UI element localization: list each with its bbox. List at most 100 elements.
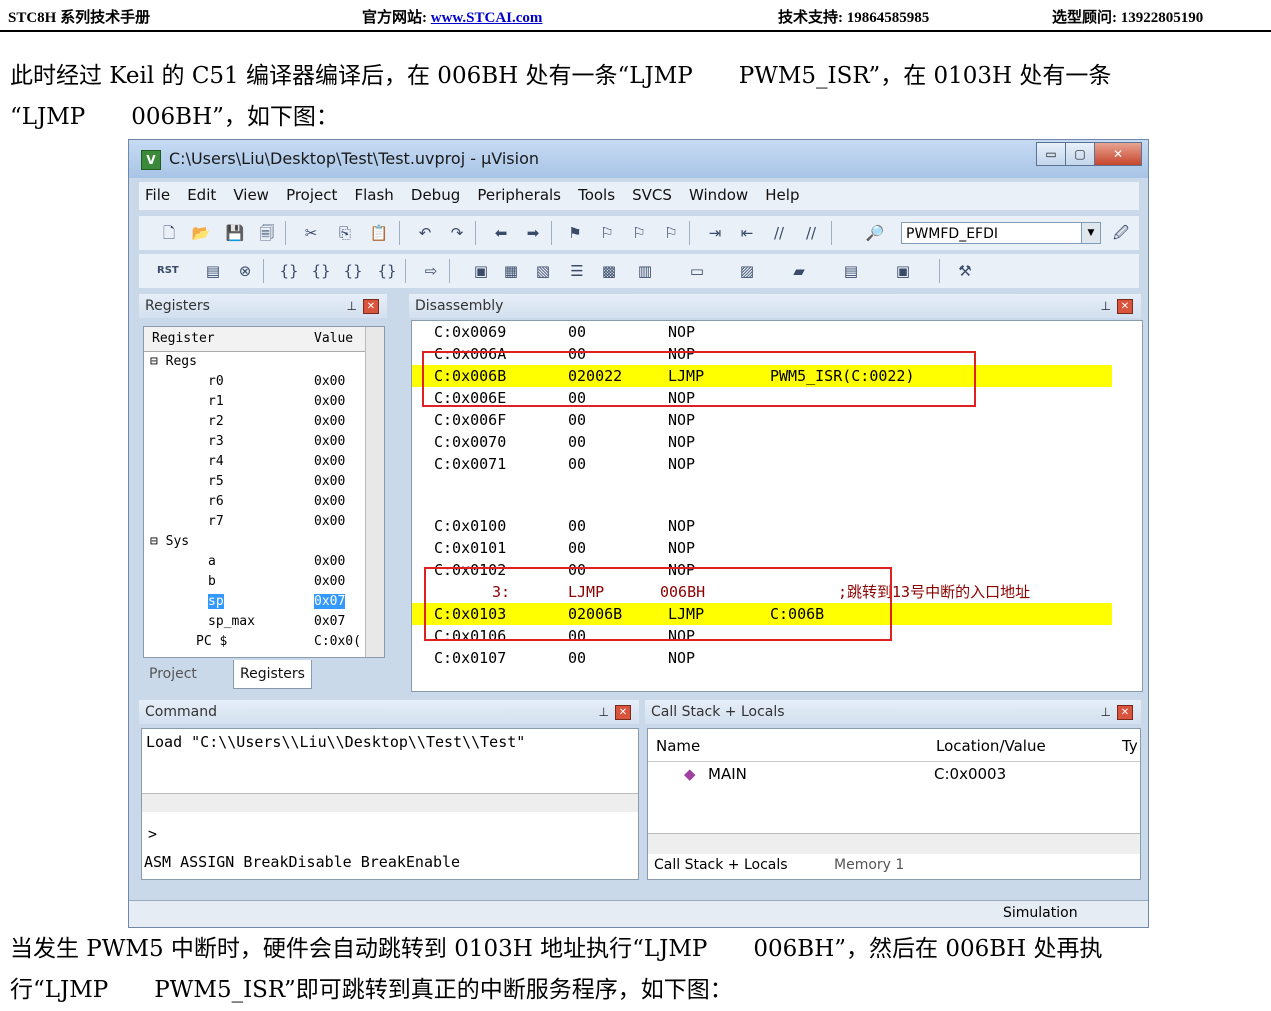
close-icon[interactable]: ✕ <box>1117 705 1133 720</box>
register-column-header[interactable]: Register <box>152 331 215 346</box>
save-all-icon[interactable]: 🗐 <box>257 223 277 243</box>
unindent-icon[interactable]: ⇤ <box>737 223 757 243</box>
maximize-button[interactable]: ▢ <box>1065 142 1095 166</box>
show-next-statement-icon[interactable]: ⇨ <box>421 261 441 281</box>
undo-icon[interactable]: ↶ <box>415 223 435 243</box>
navigate-back-icon[interactable]: ⬅ <box>491 223 511 243</box>
menu-project[interactable]: Project <box>280 182 343 204</box>
serial-window-icon[interactable]: ▨ <box>737 261 757 281</box>
pin-icon[interactable]: ⊥ <box>1101 700 1111 724</box>
table-row[interactable]: r3 0x00 <box>144 433 366 452</box>
table-row[interactable]: r2 0x00 <box>144 413 366 432</box>
next-bookmark-icon[interactable]: ⚐ <box>629 223 649 243</box>
symbols-window-icon[interactable]: ▧ <box>533 261 553 281</box>
new-file-icon[interactable]: 🗋 <box>159 223 179 243</box>
table-row[interactable]: b 0x00 <box>144 573 366 592</box>
run-icon[interactable]: ▤ <box>203 261 223 281</box>
tree-node-sys[interactable]: ⊟ Sys <box>144 533 366 552</box>
name-column-header[interactable]: Name <box>656 737 700 755</box>
close-button[interactable]: ✕ <box>1094 142 1142 166</box>
registers-window-icon[interactable]: ☰ <box>567 261 587 281</box>
close-icon[interactable]: ✕ <box>615 705 631 720</box>
save-icon[interactable]: 💾 <box>225 223 245 243</box>
callstack-hscrollbar[interactable] <box>648 833 1140 854</box>
configure-icon[interactable]: 🖉 <box>1111 223 1131 243</box>
comment-icon[interactable]: // <box>769 223 789 243</box>
menu-file[interactable]: File <box>139 182 176 204</box>
disassembly-row[interactable]: C:0x006F 00 NOP <box>412 409 1112 431</box>
target-select[interactable]: PWMFD_EFDI ▼ <box>901 222 1101 244</box>
run-to-cursor-icon[interactable]: {} <box>377 261 397 281</box>
menu-view[interactable]: View <box>227 182 275 204</box>
redo-icon[interactable]: ↷ <box>447 223 467 243</box>
table-row[interactable]: r5 0x00 <box>144 473 366 492</box>
menu-edit[interactable]: Edit <box>181 182 222 204</box>
find-in-files-icon[interactable]: 🔎 <box>865 223 885 243</box>
table-row[interactable]: r1 0x00 <box>144 393 366 412</box>
bookmark-icon[interactable]: ⚑ <box>565 223 585 243</box>
clear-bookmarks-icon[interactable]: ⚐ <box>661 223 681 243</box>
table-row[interactable]: r0 0x00 <box>144 373 366 392</box>
menu-debug[interactable]: Debug <box>405 182 466 204</box>
tree-node-regs[interactable]: ⊟ Regs <box>144 353 366 372</box>
stop-icon[interactable]: ⊗ <box>235 261 255 281</box>
menu-window[interactable]: Window <box>683 182 754 204</box>
disassembly-row[interactable]: C:0x0071 00 NOP <box>412 453 1112 475</box>
table-row[interactable]: sp_max 0x07 <box>144 613 366 632</box>
tab-memory-1[interactable]: Memory 1 <box>834 857 904 873</box>
menu-flash[interactable]: Flash <box>348 182 399 204</box>
tab-project[interactable]: Project <box>143 660 203 688</box>
uncomment-icon[interactable]: // <box>801 223 821 243</box>
disassembly-view[interactable]: C:0x0069 00 NOP C:0x006A 00 NOP C:0x006B 020022… <box>411 320 1143 692</box>
cut-icon[interactable]: ✂ <box>301 223 321 243</box>
table-row-selected[interactable]: sp 0x07 <box>144 593 366 612</box>
watch-window-icon[interactable]: ▥ <box>635 261 655 281</box>
value-column-header[interactable]: Value <box>314 331 353 346</box>
command-input[interactable] <box>142 817 638 847</box>
copy-icon[interactable]: ⎘ <box>335 223 355 243</box>
pin-icon[interactable]: ⊥ <box>347 294 357 318</box>
system-viewer-icon[interactable]: ▣ <box>893 261 913 281</box>
table-row[interactable]: ◆ MAIN C:0x0003 <box>648 765 1140 789</box>
minimize-button[interactable]: ▭ <box>1036 142 1066 166</box>
open-folder-icon[interactable]: 📂 <box>191 223 211 243</box>
disassembly-row[interactable]: C:0x0070 00 NOP <box>412 431 1112 453</box>
chevron-down-icon[interactable]: ▼ <box>1081 223 1100 243</box>
trace-window-icon[interactable]: ▤ <box>841 261 861 281</box>
navigate-forward-icon[interactable]: ➡ <box>523 223 543 243</box>
step-into-icon[interactable]: {} <box>279 261 299 281</box>
step-out-icon[interactable]: {} <box>343 261 363 281</box>
table-row[interactable]: r7 0x00 <box>144 513 366 532</box>
pin-icon[interactable]: ⊥ <box>1101 294 1111 318</box>
table-row[interactable]: a 0x00 <box>144 553 366 572</box>
memory-window-icon[interactable]: ▭ <box>687 261 707 281</box>
type-column-header[interactable]: Ty <box>1122 737 1138 755</box>
command-hscrollbar[interactable] <box>142 793 638 812</box>
registers-scrollbar[interactable] <box>365 327 384 657</box>
reset-icon[interactable]: RST <box>157 261 179 281</box>
table-row[interactable]: r4 0x00 <box>144 453 366 472</box>
toolbox-icon[interactable]: ⚒ <box>955 261 975 281</box>
disassembly-row[interactable]: C:0x0101 00 NOP <box>412 537 1112 559</box>
command-window-icon[interactable]: ▣ <box>471 261 491 281</box>
analysis-window-icon[interactable]: ▰ <box>789 261 809 281</box>
pin-icon[interactable]: ⊥ <box>599 700 609 724</box>
disassembly-window-icon[interactable]: ▦ <box>501 261 521 281</box>
callstack-window-icon[interactable]: ▩ <box>599 261 619 281</box>
prev-bookmark-icon[interactable]: ⚐ <box>597 223 617 243</box>
paste-icon[interactable]: 📋 <box>369 223 389 243</box>
disassembly-row[interactable]: C:0x0069 00 NOP <box>412 321 1112 343</box>
table-row[interactable]: PC $ C:0x0( <box>144 633 366 652</box>
close-icon[interactable]: ✕ <box>363 299 379 314</box>
tab-callstack-locals[interactable]: Call Stack + Locals <box>654 857 788 873</box>
disassembly-row[interactable]: C:0x0107 00 NOP <box>412 647 1112 669</box>
indent-icon[interactable]: ⇥ <box>705 223 725 243</box>
disassembly-row[interactable]: C:0x0100 00 NOP <box>412 515 1112 537</box>
website-link[interactable]: www.STCAI.com <box>431 10 543 26</box>
table-row[interactable]: r6 0x00 <box>144 493 366 512</box>
menu-help[interactable]: Help <box>759 182 805 204</box>
menu-svcs[interactable]: SVCS <box>626 182 678 204</box>
tab-registers[interactable]: Registers <box>233 660 312 689</box>
location-column-header[interactable]: Location/Value <box>936 737 1046 755</box>
close-icon[interactable]: ✕ <box>1117 299 1133 314</box>
